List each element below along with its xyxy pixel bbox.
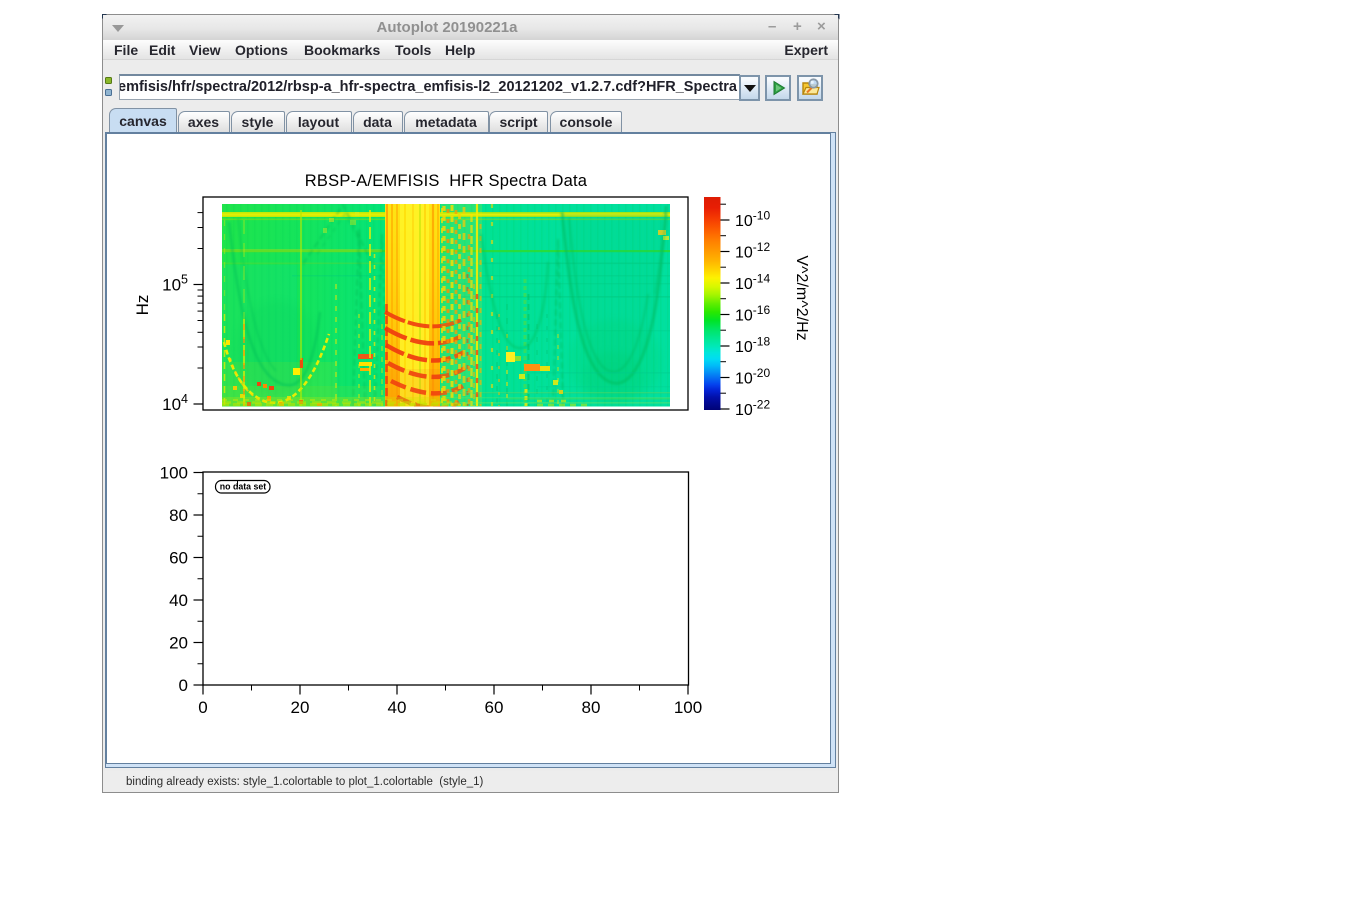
svg-text:60: 60 (485, 698, 504, 717)
svg-text:80: 80 (582, 698, 601, 717)
svg-text:0: 0 (198, 698, 207, 717)
svg-text:Hz: Hz (133, 295, 152, 316)
svg-text:104: 104 (162, 392, 188, 414)
svg-text:40: 40 (388, 698, 407, 717)
svg-text:10-18: 10-18 (735, 335, 770, 357)
svg-text:10-20: 10-20 (735, 366, 770, 388)
svg-text:100: 100 (160, 464, 188, 483)
svg-text:105: 105 (162, 273, 188, 295)
svg-text:0: 0 (179, 676, 188, 695)
svg-text:10-22: 10-22 (735, 398, 770, 420)
svg-text:10-14: 10-14 (735, 272, 770, 294)
svg-text:80: 80 (169, 506, 188, 525)
svg-text:100: 100 (674, 698, 702, 717)
svg-text:60: 60 (169, 549, 188, 568)
svg-text:20: 20 (291, 698, 310, 717)
svg-text:RBSP-A/EMFISIS HFR Spectra Da: RBSP-A/EMFISIS HFR Spectra Data (305, 172, 588, 190)
svg-text:10-10: 10-10 (735, 209, 770, 231)
svg-text:no data set: no data set (220, 482, 267, 492)
svg-text:V^2/m^2/Hz: V^2/m^2/Hz (793, 255, 810, 340)
svg-text:10-12: 10-12 (735, 240, 770, 262)
svg-text:10-16: 10-16 (735, 303, 770, 325)
svg-text:20: 20 (169, 634, 188, 653)
svg-text:40: 40 (169, 591, 188, 610)
